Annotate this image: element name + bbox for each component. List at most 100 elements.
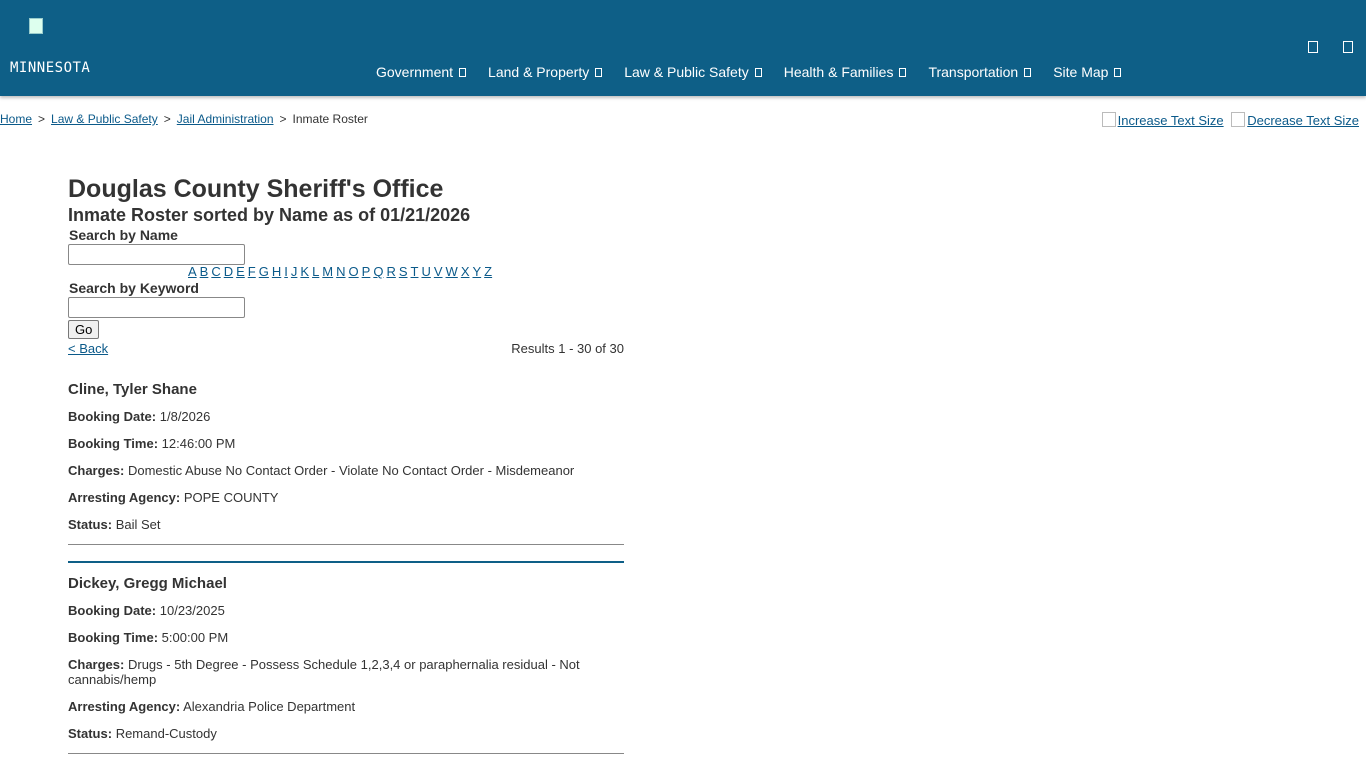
field-value: Bail Set bbox=[115, 517, 161, 532]
nav-government[interactable]: Government bbox=[376, 64, 467, 80]
chevron-down-icon bbox=[1114, 67, 1122, 77]
charges-field: Charges: Domestic Abuse No Contact Order… bbox=[68, 463, 624, 478]
breadcrumb-law[interactable]: Law & Public Safety bbox=[51, 112, 158, 126]
booking-time-field: Booking Time: 12:46:00 PM bbox=[68, 436, 624, 451]
field-label: Booking Time: bbox=[68, 630, 159, 645]
increase-text-size-link[interactable]: Increase Text Size bbox=[1101, 112, 1224, 128]
breadcrumb-home[interactable]: Home bbox=[0, 112, 32, 126]
site-header: MINNESOTA Government Land & Property Law… bbox=[0, 0, 1366, 96]
letter-link[interactable]: O bbox=[349, 264, 359, 279]
search-keyword-label: Search by Keyword bbox=[69, 280, 199, 296]
alphabet-filter: ABCDEFGHIJKLMNOPQRSTUVWXYZ bbox=[188, 265, 624, 279]
roster-content: Douglas County Sheriff's Office Inmate R… bbox=[68, 174, 624, 754]
field-label: Charges: bbox=[68, 657, 125, 672]
letter-link[interactable]: C bbox=[211, 264, 220, 279]
main-nav: Government Land & Property Law & Public … bbox=[376, 64, 1143, 80]
breadcrumb-separator: > bbox=[38, 112, 46, 126]
menu-icon[interactable] bbox=[1343, 41, 1353, 53]
field-label: Booking Date: bbox=[68, 603, 157, 618]
letter-link[interactable]: F bbox=[248, 264, 256, 279]
decrease-text-size-link[interactable]: Decrease Text Size bbox=[1231, 112, 1359, 128]
nav-site-map[interactable]: Site Map bbox=[1053, 64, 1122, 80]
field-label: Booking Date: bbox=[68, 409, 157, 424]
field-value: POPE COUNTY bbox=[183, 490, 279, 505]
letter-link[interactable]: S bbox=[399, 264, 408, 279]
breadcrumb-separator: > bbox=[279, 112, 287, 126]
letter-link[interactable]: T bbox=[411, 264, 419, 279]
letter-link[interactable]: V bbox=[434, 264, 443, 279]
page-title: Douglas County Sheriff's Office bbox=[68, 175, 444, 203]
nav-label: Law & Public Safety bbox=[624, 64, 749, 80]
search-keyword-input[interactable] bbox=[68, 297, 245, 318]
field-value: 12:46:00 PM bbox=[161, 436, 236, 451]
field-label: Booking Time: bbox=[68, 436, 159, 451]
breadcrumb-jail[interactable]: Jail Administration bbox=[177, 112, 274, 126]
nav-law-public-safety[interactable]: Law & Public Safety bbox=[624, 64, 762, 80]
field-value: Alexandria Police Department bbox=[183, 699, 356, 714]
nav-land-property[interactable]: Land & Property bbox=[488, 64, 603, 80]
field-label: Status: bbox=[68, 726, 113, 741]
letter-link[interactable]: A bbox=[188, 264, 197, 279]
breadcrumb: Home > Law & Public Safety > Jail Administra… bbox=[0, 112, 368, 126]
inmate-name: Dickey, Gregg Michael bbox=[68, 575, 227, 592]
nav-label: Land & Property bbox=[488, 64, 590, 80]
county-logo[interactable] bbox=[29, 18, 137, 40]
agency-field: Arresting Agency: Alexandria Police Depa… bbox=[68, 699, 624, 714]
letter-link[interactable]: N bbox=[336, 264, 345, 279]
letter-link[interactable]: G bbox=[259, 264, 269, 279]
letter-link[interactable]: L bbox=[312, 264, 319, 279]
letter-link[interactable]: Y bbox=[472, 264, 481, 279]
letter-link[interactable]: E bbox=[236, 264, 245, 279]
booking-date-field: Booking Date: 10/23/2025 bbox=[68, 603, 624, 618]
decrease-text-label: Decrease Text Size bbox=[1247, 113, 1359, 128]
back-link[interactable]: < Back bbox=[68, 341, 108, 356]
booking-time-field: Booking Time: 5:00:00 PM bbox=[68, 630, 624, 645]
letter-link[interactable]: P bbox=[362, 264, 371, 279]
letter-link[interactable]: K bbox=[300, 264, 309, 279]
chevron-down-icon bbox=[1024, 67, 1032, 77]
go-button[interactable]: Go bbox=[68, 320, 100, 339]
letter-link[interactable]: J bbox=[291, 264, 298, 279]
search-name-label: Search by Name bbox=[69, 227, 178, 243]
text-size-controls: Increase Text Size Decrease Text Size bbox=[1098, 112, 1359, 128]
letter-link[interactable]: X bbox=[461, 264, 470, 279]
inmate-record: Cline, Tyler Shane Booking Date: 1/8/202… bbox=[68, 359, 624, 563]
status-field: Status: Remand-Custody bbox=[68, 726, 624, 741]
letter-link[interactable]: M bbox=[322, 264, 333, 279]
breadcrumb-separator: > bbox=[163, 112, 171, 126]
nav-label: Health & Families bbox=[783, 64, 894, 80]
field-label: Arresting Agency: bbox=[68, 490, 181, 505]
letter-link[interactable]: Z bbox=[484, 264, 492, 279]
search-icon[interactable] bbox=[1308, 41, 1318, 53]
letter-link[interactable]: B bbox=[200, 264, 209, 279]
letter-link[interactable]: W bbox=[446, 264, 458, 279]
letter-link[interactable]: Q bbox=[373, 264, 383, 279]
nav-health-families[interactable]: Health & Families bbox=[784, 64, 907, 80]
booking-date-field: Booking Date: 1/8/2026 bbox=[68, 409, 624, 424]
letter-link[interactable]: I bbox=[284, 264, 288, 279]
letter-link[interactable]: H bbox=[272, 264, 281, 279]
letter-link[interactable]: R bbox=[386, 264, 395, 279]
search-name-input[interactable] bbox=[68, 244, 245, 265]
page-subtitle: Inmate Roster sorted by Name as of 01/21… bbox=[68, 205, 471, 225]
letter-link[interactable]: U bbox=[421, 264, 430, 279]
divider bbox=[68, 544, 624, 545]
nav-label: Site Map bbox=[1053, 64, 1109, 80]
results-count: Results 1 - 30 of 30 bbox=[511, 341, 624, 356]
field-value: 10/23/2025 bbox=[159, 603, 225, 618]
field-label: Status: bbox=[68, 517, 113, 532]
field-value: 5:00:00 PM bbox=[161, 630, 229, 645]
increase-text-label: Increase Text Size bbox=[1117, 113, 1224, 128]
chevron-down-icon bbox=[754, 67, 762, 77]
chevron-down-icon bbox=[459, 67, 467, 77]
field-value: Domestic Abuse No Contact Order - Violat… bbox=[127, 463, 575, 478]
nav-label: Government bbox=[376, 64, 454, 80]
inmate-name: Cline, Tyler Shane bbox=[68, 381, 197, 398]
letter-link[interactable]: D bbox=[224, 264, 233, 279]
field-label: Arresting Agency: bbox=[68, 699, 181, 714]
results-bar: < Back Results 1 - 30 of 30 bbox=[68, 341, 624, 359]
broken-image-icon bbox=[1101, 112, 1116, 127]
status-field: Status: Bail Set bbox=[68, 517, 624, 532]
nav-label: Transportation bbox=[928, 64, 1019, 80]
nav-transportation[interactable]: Transportation bbox=[928, 64, 1032, 80]
